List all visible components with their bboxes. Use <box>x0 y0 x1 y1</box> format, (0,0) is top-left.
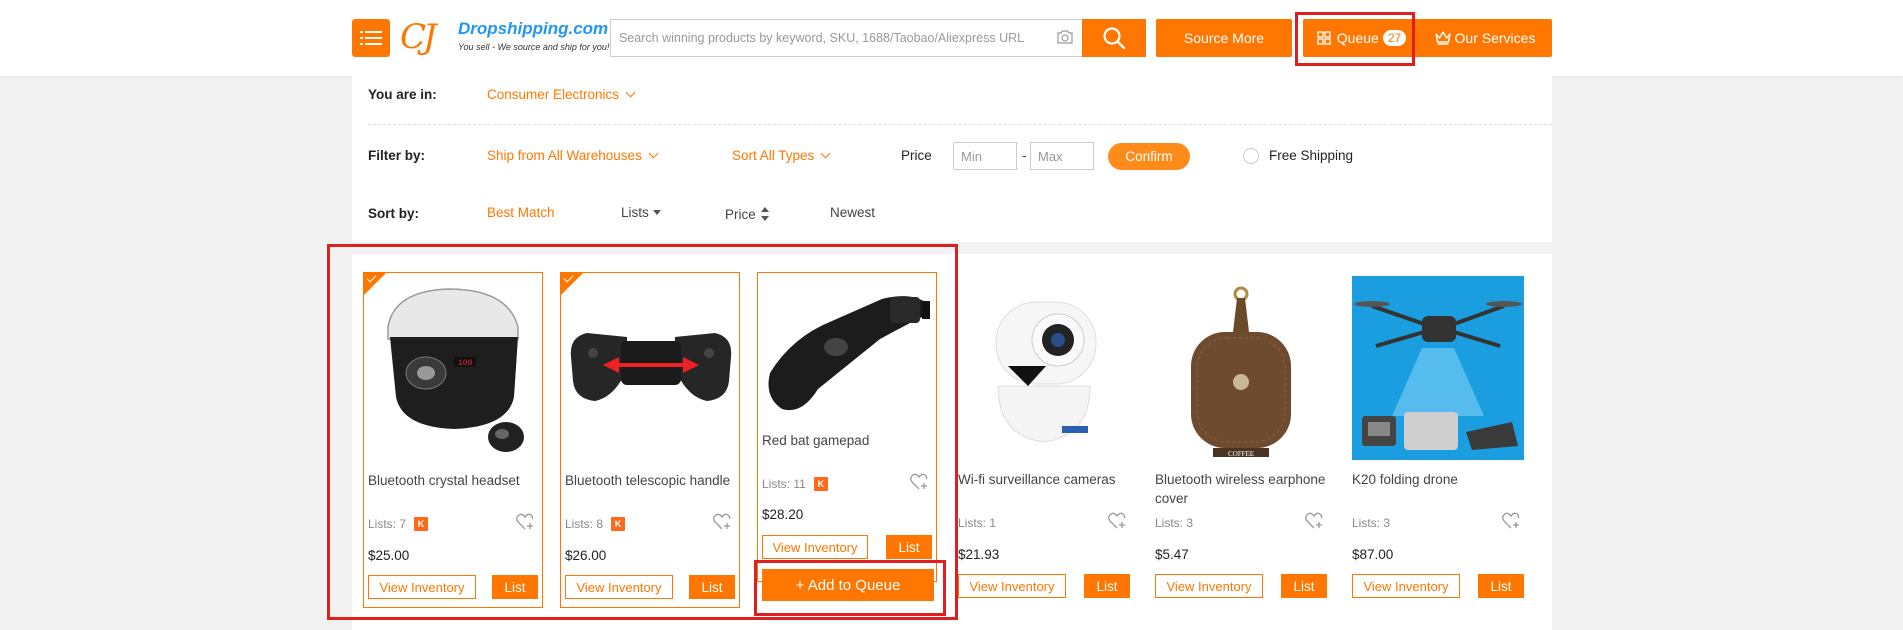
sort-types-dropdown[interactable]: Sort All Types <box>732 148 831 163</box>
logo-tagline: You sell - We source and ship for you! <box>458 42 610 52</box>
price-dash: - <box>1022 148 1027 163</box>
add-to-queue-highlight-box <box>754 560 946 616</box>
logo-brand: Dropshipping.com <box>458 19 609 38</box>
category-label: Consumer Electronics <box>487 87 620 102</box>
product-name[interactable]: Wi-fi surveillance cameras <box>958 470 1130 489</box>
crown-icon <box>1434 31 1451 45</box>
sort-price[interactable]: Price <box>725 205 770 222</box>
caret-down-icon <box>652 210 661 215</box>
sort-by-label: Sort by: <box>368 206 420 221</box>
our-services-label: Our Services <box>1454 30 1536 46</box>
chevron-down-icon <box>625 87 636 98</box>
filter-panel: You are in: Consumer Electronics Filter … <box>352 76 1552 242</box>
product-price: $87.00 <box>1352 547 1394 562</box>
product-image[interactable]: COFFEE <box>1155 276 1327 460</box>
free-shipping-radio[interactable] <box>1243 148 1259 164</box>
warehouse-dropdown[interactable]: Ship from All Warehouses <box>487 148 659 163</box>
product-lists-count: Lists: 1 <box>958 516 997 530</box>
sort-price-label: Price <box>725 207 756 222</box>
product-lists: Lists: 3 <box>1352 516 1390 530</box>
logo-mark: CJ <box>400 17 437 57</box>
sort-best-match[interactable]: Best Match <box>487 205 555 220</box>
camera-icon[interactable] <box>1056 29 1074 45</box>
view-inventory-button[interactable]: View Inventory <box>958 574 1066 598</box>
warehouse-label: Ship from All Warehouses <box>487 148 642 163</box>
product-name[interactable]: Bluetooth wireless earphone cover <box>1155 470 1327 508</box>
heart-plus-icon[interactable] <box>1305 512 1325 530</box>
filter-by-label: Filter by: <box>368 148 426 163</box>
sort-lists-label: Lists <box>621 205 649 220</box>
product-lists: Lists: 3 <box>1155 516 1193 530</box>
queue-highlight-box <box>1295 12 1415 66</box>
product-card[interactable]: COFFEE Bluetooth wireless earphone cover… <box>1151 272 1331 608</box>
sort-types-label: Sort All Types <box>732 148 815 163</box>
list-button[interactable]: List <box>1084 574 1130 598</box>
free-shipping-label: Free Shipping <box>1269 148 1354 163</box>
search-button[interactable] <box>1082 19 1146 57</box>
product-image[interactable] <box>958 276 1130 460</box>
cj-logo[interactable]: CJ Dropshipping.com You sell - We source… <box>400 16 610 60</box>
product-card[interactable]: Wi-fi surveillance cameras Lists: 1 $21.… <box>954 272 1134 608</box>
view-inventory-button[interactable]: View Inventory <box>1155 574 1263 598</box>
coffee-image-text: COFFEE <box>1228 450 1254 458</box>
product-lists-count: Lists: 3 <box>1352 516 1391 530</box>
sort-lists[interactable]: Lists <box>621 205 661 220</box>
product-name[interactable]: K20 folding drone <box>1352 470 1524 489</box>
price-min-input[interactable] <box>953 142 1017 170</box>
source-more-button[interactable]: Source More <box>1156 19 1292 57</box>
product-image[interactable] <box>1352 276 1524 460</box>
price-label: Price <box>901 148 932 163</box>
search-bar <box>610 19 1082 57</box>
confirm-button[interactable]: Confirm <box>1108 143 1190 170</box>
top-header: CJ Dropshipping.com You sell - We source… <box>0 0 1903 76</box>
heart-plus-icon[interactable] <box>1108 512 1128 530</box>
source-more-label: Source More <box>1183 30 1265 46</box>
product-price: $21.93 <box>958 547 1000 562</box>
category-dropdown[interactable]: Consumer Electronics <box>487 87 636 102</box>
confirm-label: Confirm <box>1125 149 1173 164</box>
heart-plus-icon[interactable] <box>1502 512 1522 530</box>
search-input[interactable] <box>611 20 1041 56</box>
price-max-input[interactable] <box>1030 142 1094 170</box>
search-icon <box>1103 27 1126 50</box>
chevron-down-icon <box>648 148 659 159</box>
view-inventory-button[interactable]: View Inventory <box>1352 574 1460 598</box>
you-are-in-label: You are in: <box>368 87 437 102</box>
product-lists: Lists: 1 <box>958 516 996 530</box>
list-menu-icon <box>360 31 382 45</box>
list-button[interactable]: List <box>1281 574 1327 598</box>
product-lists-count: Lists: 3 <box>1155 516 1194 530</box>
filter-divider <box>368 124 1552 125</box>
sort-arrows-icon <box>760 207 770 221</box>
menu-button[interactable] <box>352 19 390 57</box>
chevron-down-icon <box>820 148 831 159</box>
product-price: $5.47 <box>1155 547 1189 562</box>
list-button[interactable]: List <box>1478 574 1524 598</box>
product-card[interactable]: K20 folding drone Lists: 3 $87.00 View I… <box>1348 272 1528 608</box>
sort-newest[interactable]: Newest <box>830 205 875 220</box>
our-services-button[interactable]: Our Services <box>1418 19 1552 57</box>
